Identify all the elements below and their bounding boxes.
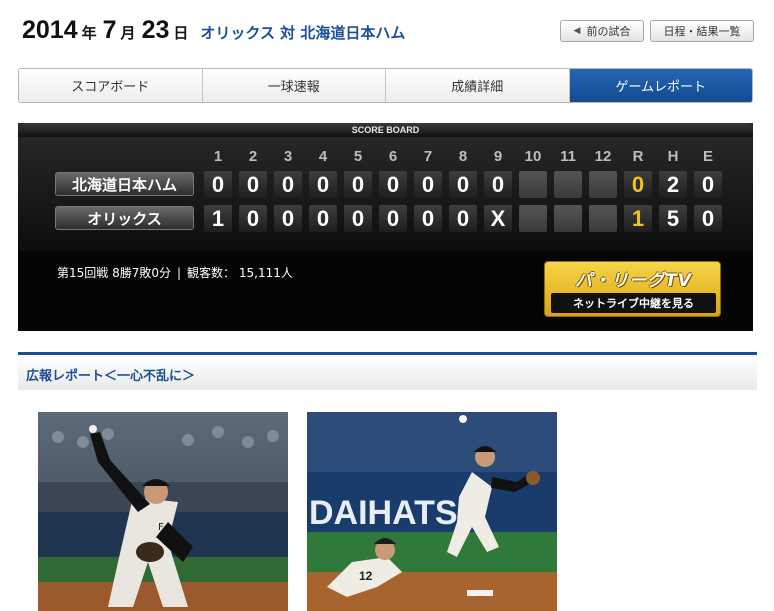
hits-cell: 2: [659, 171, 687, 198]
inning-header: 6: [388, 148, 398, 165]
inning-score-cell: 1: [204, 205, 232, 232]
report-photo-fielder[interactable]: DAIHATSU 12: [307, 412, 557, 611]
inning-score-cell: 0: [239, 205, 267, 232]
team-name-home: オリックス: [55, 206, 194, 230]
inning-header: H: [667, 148, 679, 165]
inning-score-cell: 0: [379, 171, 407, 198]
schedule-results-button[interactable]: 日程・結果一覧: [650, 20, 754, 42]
tab-label: 一球速報: [267, 80, 320, 95]
game-info: 第15回戦 8勝7敗0分 | 観客数： 15,111人: [57, 264, 293, 281]
info-separator: |: [177, 266, 182, 280]
inning-score-cell: 0: [239, 171, 267, 198]
inning-score-cell: [589, 171, 617, 198]
report-section-header: 広報レポート＜一心不乱に＞: [18, 352, 757, 390]
tab-label: スコアボード: [71, 80, 150, 95]
report-photo-pitcher[interactable]: F: [38, 412, 288, 611]
inning-score-cell: 0: [309, 171, 337, 198]
inning-score-cell: [589, 205, 617, 232]
inning-header: 3: [283, 148, 293, 165]
year-unit: 年: [81, 24, 97, 42]
inning-score-cell: [519, 171, 547, 198]
team-name: オリックス: [87, 209, 162, 228]
errors-cell: 0: [694, 205, 722, 232]
inning-score-cell: 0: [274, 205, 302, 232]
pacific-league-tv-button[interactable]: パ・リーグTV ネットライブ中継を見る: [544, 261, 721, 317]
inning-header: R: [632, 148, 644, 165]
day: 23: [141, 16, 170, 44]
inning-header: 8: [458, 148, 468, 165]
tab-game-report[interactable]: ゲームレポート: [569, 69, 752, 102]
month: 7: [102, 16, 117, 44]
inning-header: 12: [594, 148, 612, 165]
inning-score-cell: [519, 205, 547, 232]
runs-cell: 1: [624, 205, 652, 232]
month-unit: 月: [120, 24, 136, 42]
inning-header: 5: [353, 148, 363, 165]
inning-score-cell: 0: [449, 205, 477, 232]
inning-score-cell: 0: [414, 205, 442, 232]
pitcher-photo-image: F: [38, 412, 288, 611]
inning-score-cell: 0: [379, 205, 407, 232]
inning-score-cell: [554, 171, 582, 198]
triangle-left-icon: ◀: [573, 26, 581, 36]
inning-score-cell: 0: [344, 171, 372, 198]
team-name-away: 北海道日本ハム: [55, 172, 194, 196]
inning-score-cell: 0: [274, 171, 302, 198]
svg-text:12: 12: [359, 569, 373, 583]
prev-game-button[interactable]: ◀ 前の試合: [560, 20, 644, 42]
game-tabs: スコアボード 一球速報 成績詳細 ゲームレポート: [18, 68, 753, 103]
day-unit: 日: [173, 24, 189, 42]
attendance-label: 観客数：: [187, 266, 236, 280]
inning-score-cell: 0: [414, 171, 442, 198]
fielder-photo-image: DAIHATSU 12: [307, 412, 557, 611]
inning-score-cell: 0: [484, 171, 512, 198]
watch-live-label: ネットライブ中継を見る: [551, 293, 716, 313]
schedule-results-label: 日程・結果一覧: [663, 25, 741, 38]
year: 2014: [22, 16, 78, 44]
inning-score-cell: 0: [449, 171, 477, 198]
hits-cell: 5: [659, 205, 687, 232]
inning-header: 1: [213, 148, 223, 165]
report-title: 広報レポート＜一心不乱に＞: [26, 369, 196, 384]
inning-header: E: [702, 148, 713, 165]
attendance-value: 15,111人: [238, 266, 293, 280]
inning-header: 7: [423, 148, 433, 165]
inning-header: 10: [524, 148, 542, 165]
scoreboard-caption: SCORE BOARD: [18, 123, 753, 137]
inning-score-cell: 0: [309, 205, 337, 232]
inning-score-cell: X: [484, 205, 512, 232]
tab-label: 成績詳細: [451, 80, 504, 95]
team-name: 北海道日本ハム: [71, 175, 177, 194]
inning-header: 2: [248, 148, 258, 165]
matchup-title: オリックス 対 北海道日本ハム: [200, 24, 406, 42]
tab-label: ゲームレポート: [615, 80, 707, 95]
svg-text:F: F: [158, 522, 164, 533]
tab-pitch-by-pitch[interactable]: 一球速報: [202, 69, 386, 102]
inning-score-cell: 0: [204, 171, 232, 198]
runs-cell: 0: [624, 171, 652, 198]
inning-header: 4: [318, 148, 328, 165]
prev-game-label: 前の試合: [586, 25, 631, 38]
game-record: 第15回戦 8勝7敗0分: [57, 266, 171, 280]
tab-scoreboard[interactable]: スコアボード: [19, 69, 203, 102]
inning-score-cell: 0: [344, 205, 372, 232]
inning-score-cell: [554, 205, 582, 232]
tab-stats-detail[interactable]: 成績詳細: [386, 69, 570, 102]
game-date-title: 2014 年 7 月 23 日 オリックス 対 北海道日本ハム: [22, 16, 405, 45]
errors-cell: 0: [694, 171, 722, 198]
inning-header: 11: [560, 148, 576, 165]
pacific-league-tv-logo: パ・リーグTV: [575, 271, 692, 291]
inning-header: 9: [493, 148, 503, 165]
